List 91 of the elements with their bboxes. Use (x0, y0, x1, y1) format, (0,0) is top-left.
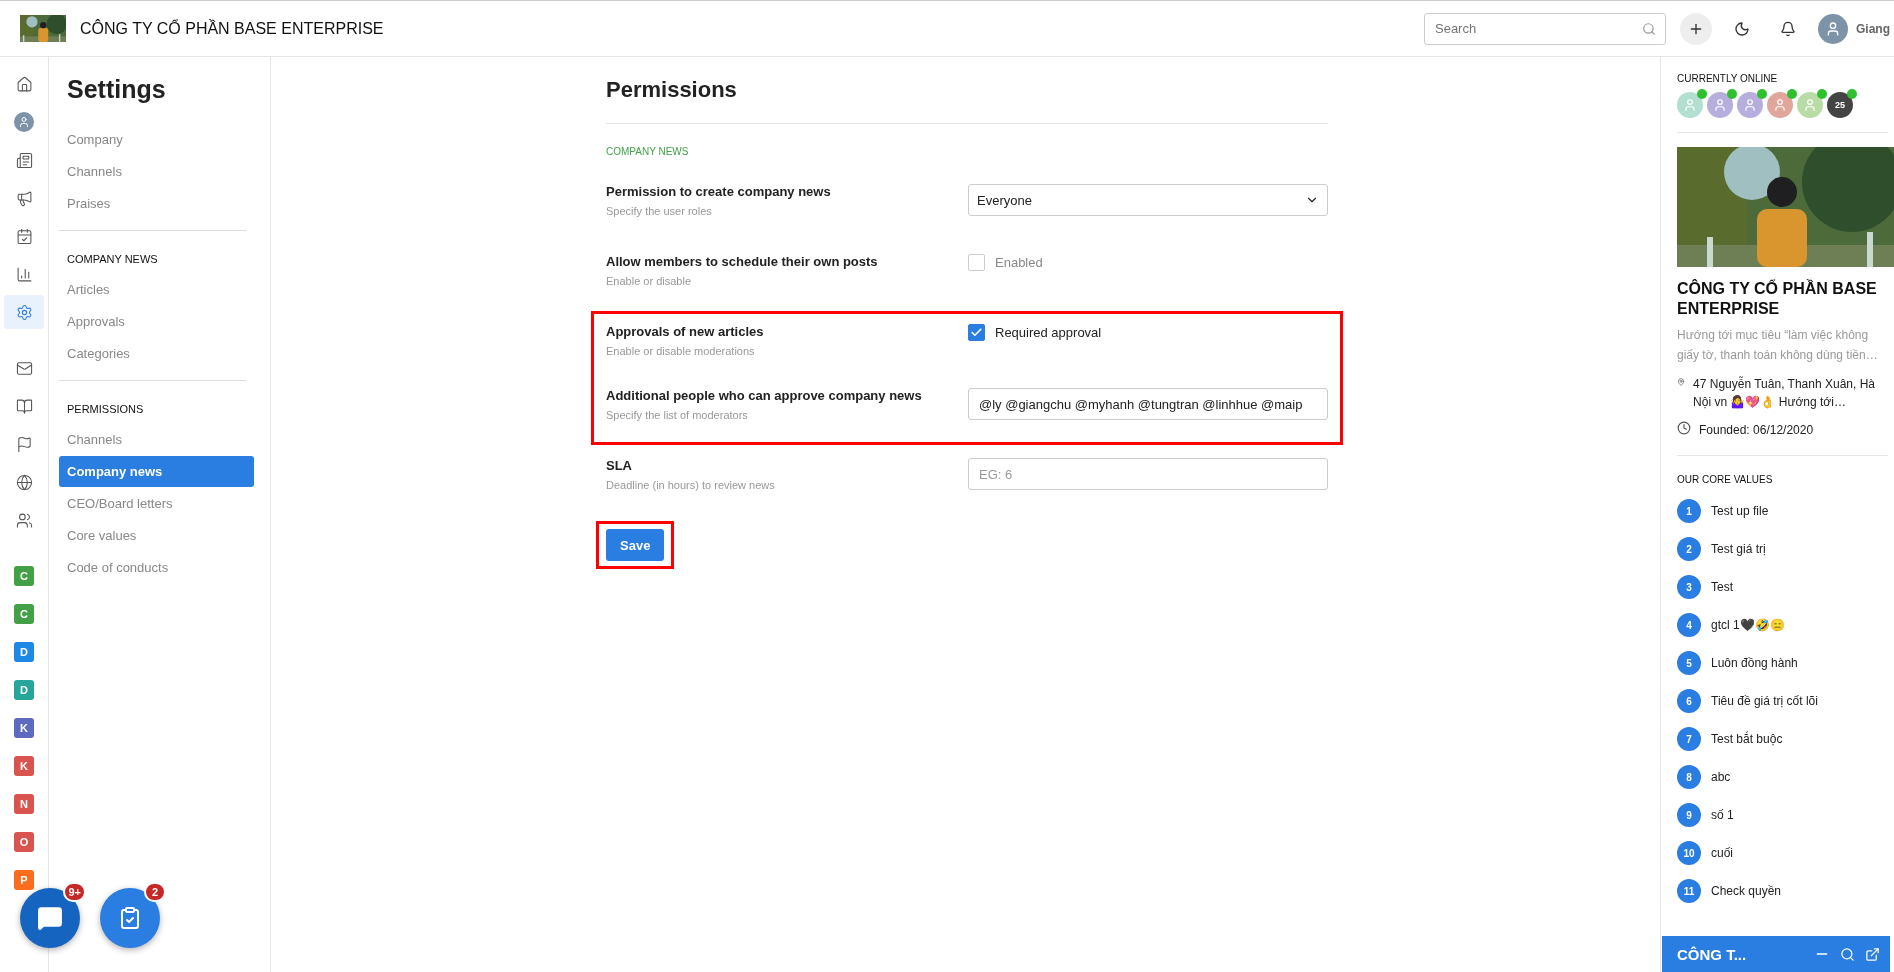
core-value[interactable]: Check quyền (1711, 884, 1782, 898)
workspace-badge[interactable]: D (14, 642, 34, 662)
setting-hint: Enable or disable moderations (606, 345, 756, 357)
open-external-icon[interactable] (1865, 946, 1880, 962)
setting-label: Allow members to schedule their own posts (606, 254, 878, 269)
value-number: 9 (1677, 803, 1701, 827)
settings-icon[interactable] (4, 295, 44, 329)
input-field[interactable]: @ly @giangchu @myhanh @tungtran @linhhue @maip (968, 388, 1328, 420)
add-button[interactable] (1680, 12, 1712, 45)
moon-icon (1734, 20, 1750, 37)
setting-hint: Specify the list of moderators (606, 409, 749, 421)
page-title: Permissions (606, 77, 1328, 124)
workspace-badge[interactable]: N (14, 794, 34, 814)
checkbox[interactable] (968, 254, 985, 271)
value-number: 2 (1677, 537, 1701, 561)
notification-badge: 2 (144, 882, 166, 902)
chat-bar[interactable]: CÔNG T... (1662, 936, 1890, 972)
setting-hint: Enable or disable (606, 275, 692, 287)
settings-menu-item[interactable]: Approvals (59, 306, 254, 337)
core-value[interactable]: Luôn đồng hành (1711, 656, 1798, 670)
checkbox[interactable] (968, 324, 985, 341)
clipboard-check-icon (118, 906, 142, 930)
value-number: 4 (1677, 613, 1701, 637)
notification-badge: 9+ (63, 882, 86, 902)
online-heading: CURRENTLY ONLINE (1677, 73, 1779, 84)
settings-menu-item[interactable]: CEO/Board letters (59, 488, 254, 519)
setting-label: Additional people who can approve company news (606, 388, 922, 403)
workspace-badge[interactable]: K (14, 718, 34, 738)
section-label: COMPANY NEWS (606, 146, 690, 157)
chat-title: CÔNG T... (1677, 945, 1748, 963)
founded-date: Founded: 06/12/2020 (1699, 422, 1814, 439)
value-number: 3 (1677, 575, 1701, 599)
search-field[interactable]: Search (1424, 12, 1666, 45)
workspace-badge[interactable]: D (14, 680, 34, 700)
setting-label: Permission to create company news (606, 184, 831, 199)
location-icon (1677, 375, 1686, 389)
search-icon[interactable] (1840, 946, 1855, 962)
workspace-badge[interactable]: K (14, 756, 34, 776)
value-number: 7 (1677, 727, 1701, 751)
settings-menu-item[interactable]: Categories (59, 338, 254, 369)
input-field[interactable]: EG: 6 (968, 458, 1328, 490)
setting-label: SLA (606, 458, 633, 473)
core-values-heading: OUR CORE VALUES (1677, 474, 1774, 485)
settings-menu-item[interactable]: Core values (59, 520, 254, 551)
check-icon (970, 326, 983, 339)
value-number: 6 (1677, 689, 1701, 713)
core-value[interactable]: Test giá trị (1711, 542, 1766, 556)
user-avatar[interactable] (1818, 13, 1848, 44)
value-number: 10 (1677, 841, 1701, 865)
setting-label: Approvals of new articles (606, 324, 764, 339)
settings-menu-item[interactable]: Company news (59, 456, 254, 487)
checkbox-label: Required approval (995, 325, 1102, 340)
section-heading: COMPANY NEWS (66, 252, 159, 267)
core-value[interactable]: số 1 (1711, 808, 1734, 822)
company-title: CÔNG TY CỔ PHẦN BASE ENTERPRISE (1677, 279, 1878, 319)
save-button[interactable]: Save (606, 529, 665, 561)
settings-menu-item[interactable]: Code of conducts (59, 552, 254, 583)
search-icon (1642, 21, 1656, 36)
user-name[interactable]: Giang (1856, 21, 1890, 36)
role-select[interactable]: Everyone (968, 184, 1328, 216)
workspace-badge[interactable]: C (14, 604, 34, 624)
setting-hint: Deadline (in hours) to review news (606, 479, 775, 491)
core-value[interactable]: Test up file (1711, 504, 1769, 518)
settings-menu-item[interactable]: Channels (59, 156, 254, 187)
settings-menu-item[interactable]: Channels (59, 424, 254, 455)
core-value[interactable]: Test (1711, 580, 1733, 594)
section-heading: PERMISSIONS (66, 402, 145, 417)
setting-hint: Specify the user roles (606, 205, 713, 217)
value-number: 8 (1677, 765, 1701, 789)
checkbox-label: Enabled (995, 255, 1043, 270)
bell-icon (1780, 20, 1796, 37)
core-value[interactable]: gtcl 1🖤🤣😑 (1711, 618, 1785, 632)
company-address: 47 Nguyễn Tuân, Thanh Xuân, Hà Nội vn 🤷‍♀💖👌 Hướng tới… (1693, 375, 1876, 411)
core-value[interactable]: cuối (1711, 846, 1733, 860)
workspace-badge[interactable]: O (14, 832, 34, 852)
settings-menu-item[interactable]: Articles (59, 274, 254, 305)
workspace-badge[interactable]: P (14, 870, 34, 890)
chat-icon (37, 905, 63, 931)
settings-menu-item[interactable]: Company (59, 124, 254, 155)
clock-icon (1677, 421, 1691, 435)
core-value[interactable]: Test bắt buộc (1711, 732, 1783, 746)
value-number: 1 (1677, 499, 1701, 523)
core-value[interactable]: Tiêu đề giá trị cốt lõi (1711, 694, 1818, 708)
company-name: CÔNG TY CỔ PHẦN BASE ENTERPRISE (80, 19, 385, 38)
core-value[interactable]: abc (1711, 770, 1731, 784)
settings-title: Settings (67, 75, 167, 104)
value-number: 11 (1677, 879, 1701, 903)
workspace-badge[interactable]: C (14, 566, 34, 586)
value-number: 5 (1677, 651, 1701, 675)
settings-menu-item[interactable]: Praises (59, 188, 254, 219)
company-description: Hướng tới mục tiêu “làm việc không giấy tờ, thanh toán không dùng tiền… (1677, 327, 1879, 364)
